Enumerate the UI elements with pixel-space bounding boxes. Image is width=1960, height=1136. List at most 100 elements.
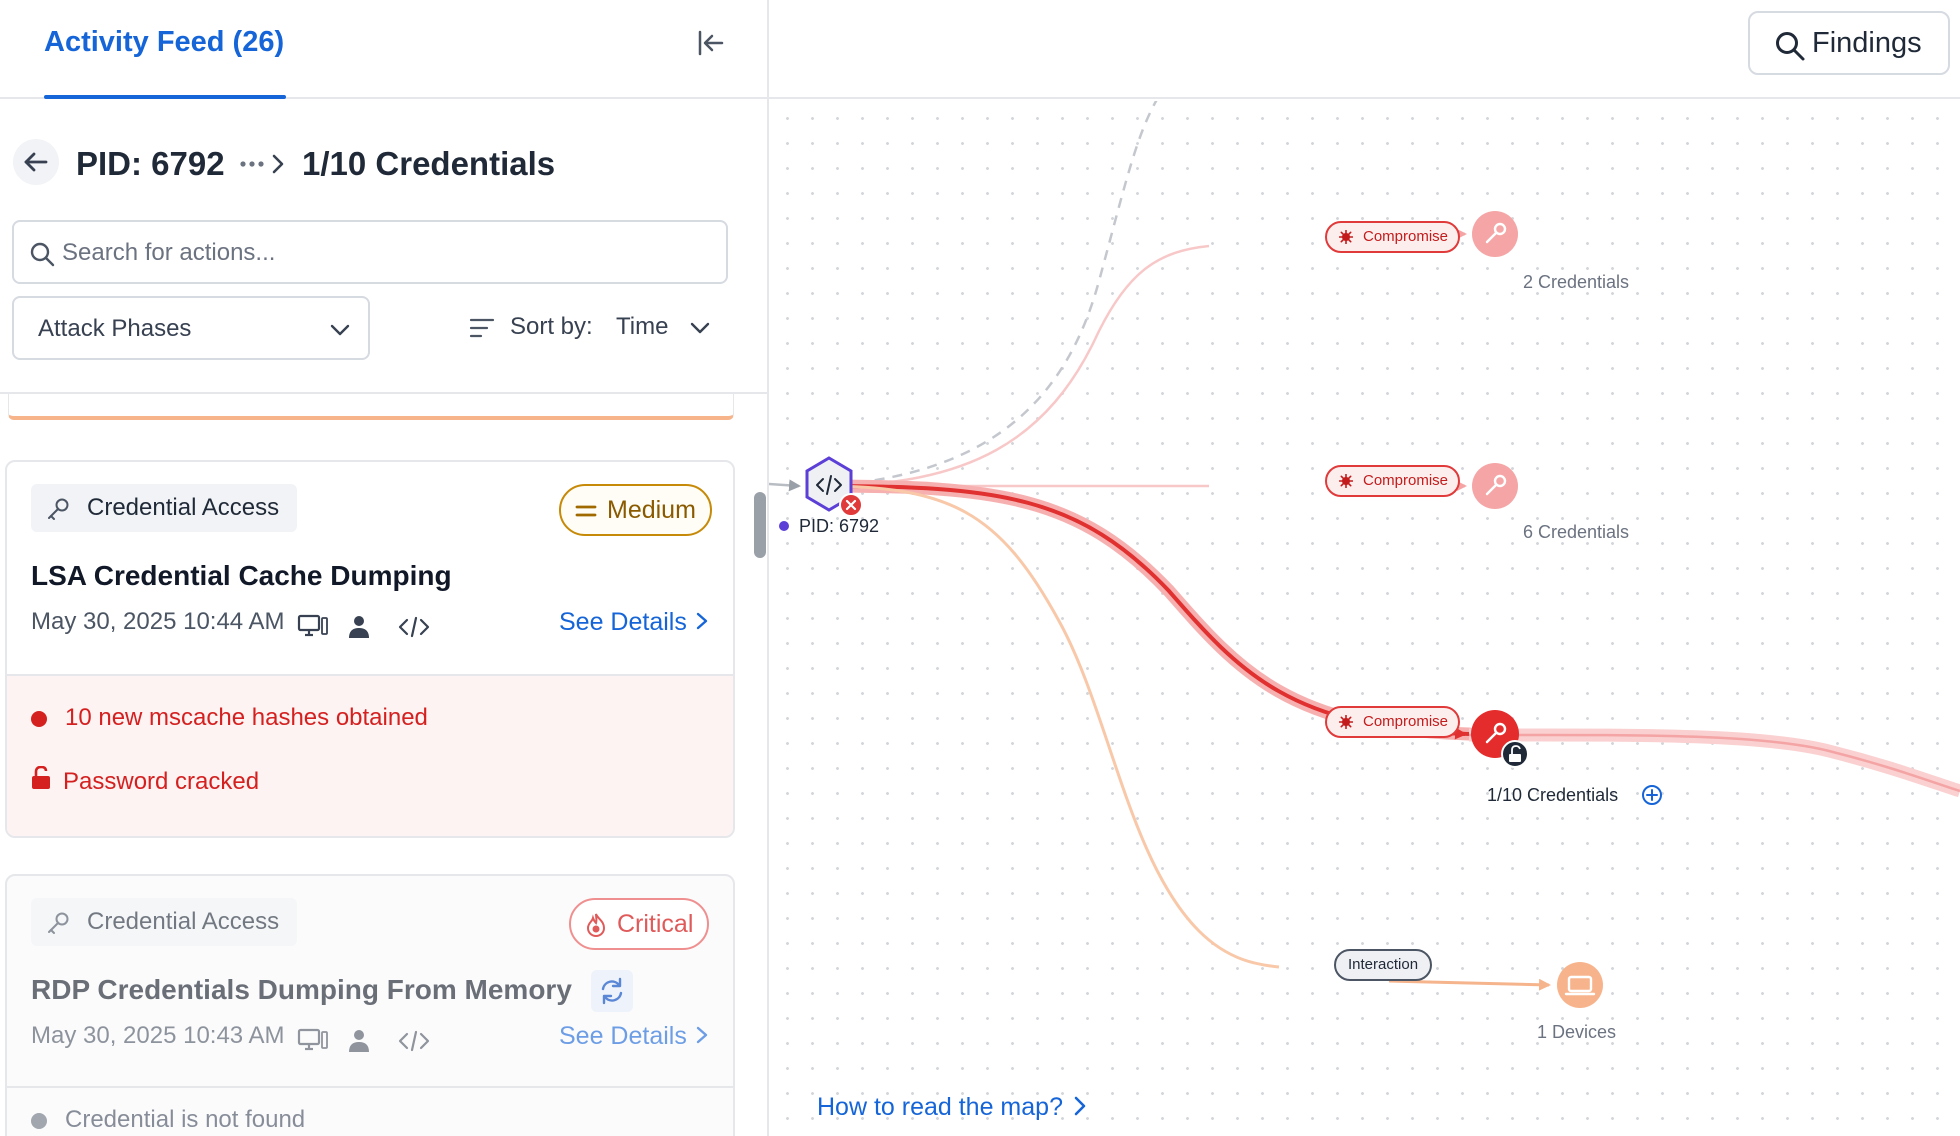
red-dot-icon xyxy=(31,711,47,727)
edge-label-text: Compromise xyxy=(1363,713,1449,730)
findings-box: 10 new mscache hashes obtained Password … xyxy=(7,674,733,836)
sort-value: Time xyxy=(616,313,669,340)
findings-label: Findings xyxy=(1812,27,1922,59)
finding-text: Credential is not found xyxy=(65,1106,306,1133)
chevron-right-icon xyxy=(696,1026,708,1044)
source-node-label: PID: 6792 xyxy=(799,516,880,536)
computer-icon xyxy=(297,614,328,637)
user-icon xyxy=(349,616,369,638)
back-button[interactable] xyxy=(13,139,59,185)
panel-header: Activity Feed (26) xyxy=(0,0,767,99)
edge-label-text: Interaction xyxy=(1348,956,1419,973)
unlock-icon xyxy=(32,766,50,789)
dashed-edge xyxy=(820,101,1158,488)
active-tab-indicator xyxy=(44,95,286,99)
severity-label: Medium xyxy=(607,496,696,524)
activity-title: LSA Credential Cache Dumping xyxy=(31,560,452,591)
help-link-label: How to read the map? xyxy=(817,1093,1063,1121)
previous-activity-card[interactable] xyxy=(8,394,734,420)
breadcrumb-current: 1/10 Credentials xyxy=(302,145,556,182)
edge-to-devices xyxy=(820,484,1280,969)
severity-label: Critical xyxy=(617,910,694,938)
activity-timestamp: May 30, 2025 10:44 AM xyxy=(31,608,285,635)
see-details-link[interactable]: See Details xyxy=(559,608,709,637)
edge-label-text: Compromise xyxy=(1363,228,1449,245)
activity-list: Credential Access Medium LSA Credential … xyxy=(0,394,767,1136)
see-details-link[interactable]: See Details xyxy=(559,1022,709,1051)
meta-icons xyxy=(297,1028,430,1052)
interaction-edge-label[interactable]: Interaction xyxy=(1334,949,1433,981)
finding-text: Password cracked xyxy=(63,768,260,795)
finding-text: 10 new mscache hashes obtained xyxy=(65,704,428,731)
compromise-edge-label[interactable]: Compromise xyxy=(1325,465,1461,497)
search-icon xyxy=(1776,32,1805,61)
category-badge: Credential Access xyxy=(31,898,298,946)
see-details-label: See Details xyxy=(559,608,687,636)
burst-icon xyxy=(1339,230,1353,244)
computer-icon xyxy=(297,1028,328,1051)
search-input[interactable] xyxy=(62,234,702,272)
collapse-panel-icon[interactable] xyxy=(690,22,732,64)
key-icon xyxy=(48,912,69,934)
gray-dot-icon xyxy=(31,1113,47,1129)
sort-dropdown[interactable]: Sort by: Time xyxy=(469,296,728,360)
compromise-edge-label[interactable]: Compromise xyxy=(1325,221,1461,253)
target-node-label-active[interactable]: 1/10 Credentials xyxy=(1487,785,1618,806)
sort-lines-icon xyxy=(469,318,495,338)
breadcrumb-separator-icon xyxy=(240,154,284,174)
outgoing-edge-glow xyxy=(1468,728,1960,798)
how-to-read-map-link[interactable]: How to read the map? xyxy=(817,1093,1087,1122)
incoming-edge xyxy=(769,479,801,492)
highlighted-edge xyxy=(820,484,1470,736)
refresh-badge[interactable] xyxy=(591,970,633,1012)
edge-to-2-credentials xyxy=(820,244,1210,488)
target-node-label[interactable]: 6 Credentials xyxy=(1523,522,1629,543)
breadcrumb-pid[interactable]: PID: 6792 xyxy=(76,145,225,183)
map-header: Findings xyxy=(769,0,1960,99)
target-node-label[interactable]: 2 Credentials xyxy=(1523,272,1629,293)
activity-card[interactable]: Credential Access Medium LSA Credential … xyxy=(5,460,735,838)
activity-title: RDP Credentials Dumping From Memory xyxy=(31,974,572,1005)
refresh-icon xyxy=(601,977,623,1005)
user-icon xyxy=(349,1030,369,1052)
chevron-down-icon xyxy=(690,322,710,334)
arrow-left-icon xyxy=(24,152,48,172)
burst-icon xyxy=(1339,715,1353,729)
equals-icon xyxy=(575,505,597,517)
burst-icon xyxy=(1339,474,1353,488)
meta-icons xyxy=(297,614,430,638)
tab-activity-feed[interactable]: Activity Feed (26) xyxy=(44,26,284,59)
chevron-right-icon xyxy=(1074,1096,1086,1116)
severity-badge: Medium xyxy=(559,484,712,536)
findings-button[interactable]: Findings xyxy=(1748,11,1950,75)
category-label: Credential Access xyxy=(87,908,280,935)
code-icon xyxy=(398,616,430,638)
edge-label-text: Compromise xyxy=(1363,472,1449,489)
code-icon xyxy=(398,1030,430,1052)
target-node-label[interactable]: 1 Devices xyxy=(1537,1022,1616,1043)
attack-phases-label: Attack Phases xyxy=(38,315,192,342)
category-label: Credential Access xyxy=(87,494,280,521)
chevron-down-icon xyxy=(330,324,350,336)
chevron-right-icon xyxy=(696,612,708,630)
sort-label: Sort by: xyxy=(510,313,593,340)
activity-timestamp: May 30, 2025 10:43 AM xyxy=(31,1022,285,1049)
divider xyxy=(7,1086,733,1088)
search-box xyxy=(12,220,728,284)
severity-badge: Critical xyxy=(569,898,710,950)
see-details-label: See Details xyxy=(559,1022,687,1050)
activity-card[interactable]: Credential Access Critical RDP Credentia… xyxy=(5,874,735,1136)
credentials-node-2 xyxy=(1472,211,1518,257)
compromise-edge-label[interactable]: Compromise xyxy=(1325,706,1461,738)
category-badge: Credential Access xyxy=(31,484,298,532)
activity-feed-panel: Activity Feed (26) PID: 6792 1/10 Creden… xyxy=(0,0,769,1136)
scrollbar-thumb[interactable] xyxy=(754,492,766,558)
attack-map[interactable]: Findings PID: 6792 Compromise Compromise… xyxy=(769,0,1960,1136)
device-node xyxy=(1557,962,1603,1008)
flame-icon xyxy=(586,913,606,938)
highlighted-edge-glow xyxy=(814,479,1476,741)
attack-phases-dropdown[interactable]: Attack Phases xyxy=(12,296,370,360)
credentials-node-6 xyxy=(1472,463,1518,509)
key-icon xyxy=(48,498,69,520)
search-icon xyxy=(30,242,55,267)
